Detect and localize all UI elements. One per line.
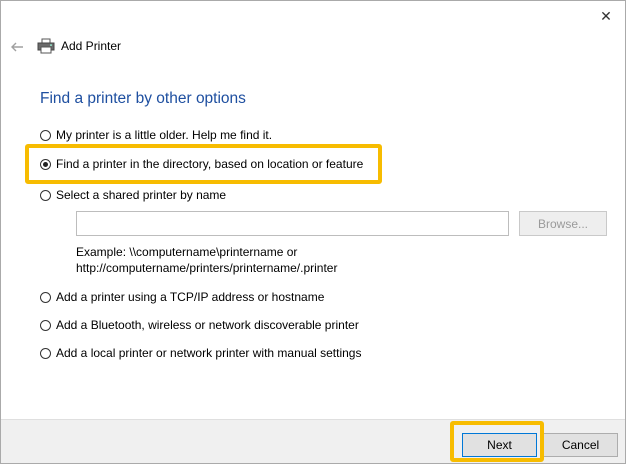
- option-bluetooth-wireless[interactable]: Add a Bluetooth, wireless or network dis…: [40, 318, 359, 332]
- option-label: Add a local printer or network printer w…: [56, 346, 362, 360]
- cancel-button[interactable]: Cancel: [543, 433, 618, 457]
- add-printer-window: ✕ Add Printer Find a printer by other op…: [0, 0, 626, 464]
- dialog-footer: Next Cancel: [1, 419, 625, 463]
- close-icon: ✕: [600, 7, 612, 24]
- option-label: Find a printer in the directory, based o…: [56, 157, 364, 171]
- back-button[interactable]: [9, 39, 25, 55]
- next-button[interactable]: Next: [462, 433, 537, 457]
- option-local-manual[interactable]: Add a local printer or network printer w…: [40, 346, 361, 360]
- option-label: My printer is a little older. Help me fi…: [56, 128, 273, 142]
- example-text: Example: \\computername\printername or h…: [76, 244, 337, 276]
- printer-icon: [37, 38, 55, 54]
- shared-printer-name-input[interactable]: [76, 211, 509, 236]
- option-tcpip[interactable]: Add a printer using a TCP/IP address or …: [40, 290, 324, 304]
- option-label: Add a printer using a TCP/IP address or …: [56, 290, 325, 304]
- page-heading: Find a printer by other options: [40, 90, 246, 107]
- close-button[interactable]: ✕: [593, 5, 619, 27]
- radio-button[interactable]: [40, 319, 51, 331]
- option-label: Add a Bluetooth, wireless or network dis…: [56, 318, 359, 332]
- radio-button-selected[interactable]: [40, 158, 51, 170]
- option-older-printer[interactable]: My printer is a little older. Help me fi…: [40, 128, 272, 142]
- radio-button[interactable]: [40, 291, 51, 303]
- radio-button[interactable]: [40, 347, 51, 359]
- example-line-1: Example: \\computername\printername or: [76, 245, 298, 259]
- option-shared-printer-by-name[interactable]: Select a shared printer by name: [40, 188, 226, 202]
- radio-button[interactable]: [40, 189, 51, 201]
- back-arrow-icon: [11, 42, 23, 52]
- window-title: Add Printer: [61, 39, 122, 53]
- option-find-in-directory[interactable]: Find a printer in the directory, based o…: [40, 157, 363, 171]
- window-title-bar: Add Printer: [37, 38, 121, 54]
- radio-button[interactable]: [40, 129, 51, 141]
- browse-button[interactable]: Browse...: [519, 211, 607, 236]
- example-line-2: http://computername/printers/printername…: [76, 261, 338, 275]
- radio-dot: [43, 161, 48, 167]
- option-label: Select a shared printer by name: [56, 188, 227, 202]
